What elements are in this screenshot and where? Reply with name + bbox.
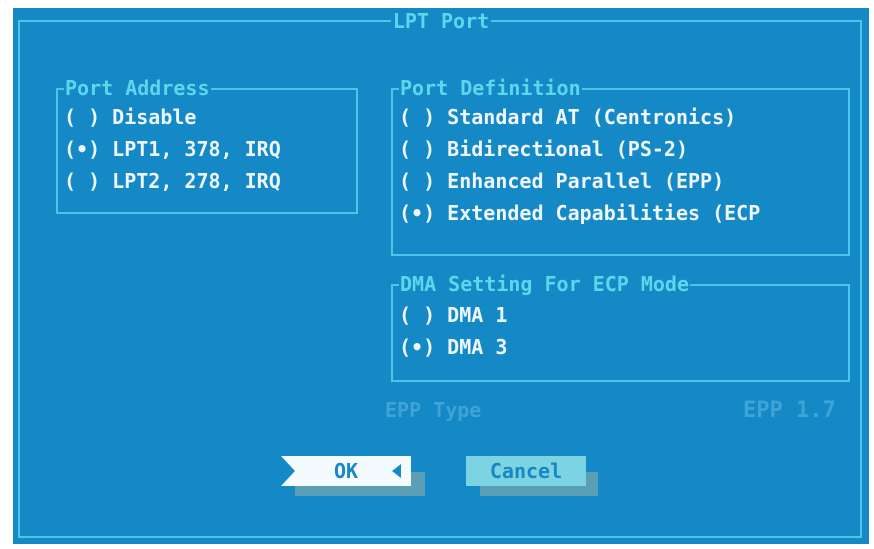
radio-button[interactable]: ( ) <box>64 104 100 130</box>
port-address-option-lpt1[interactable]: (•) LPT1, 378, IRQ <box>64 136 281 162</box>
option-label: DMA 3 <box>447 335 508 359</box>
radio-button[interactable]: (•) <box>64 136 100 162</box>
option-label: Enhanced Parallel (EPP) <box>447 169 725 193</box>
port-definition-option-epp[interactable]: ( ) Enhanced Parallel (EPP) <box>399 168 724 194</box>
port-definition-option-bidirectional[interactable]: ( ) Bidirectional (PS-2) <box>399 136 688 162</box>
port-definition-option-ecp[interactable]: (•) Extended Capabilities (ECP <box>399 200 760 226</box>
dma-setting-group: DMA Setting For ECP Mode ( ) DMA 1 (•) D… <box>391 272 850 382</box>
ok-button-label: OK <box>333 459 359 483</box>
screen: LPT Port Port Address ( ) Disable (•) LP… <box>0 0 874 549</box>
option-label: LPT2, 278, IRQ <box>112 169 281 193</box>
port-definition-option-standard[interactable]: ( ) Standard AT (Centronics) <box>399 104 736 130</box>
dma-option-1[interactable]: ( ) DMA 1 <box>399 302 507 328</box>
radio-button[interactable]: ( ) <box>399 104 435 130</box>
ok-button[interactable]: OK <box>281 456 411 486</box>
port-address-option-lpt2[interactable]: ( ) LPT2, 278, IRQ <box>64 168 281 194</box>
ok-right-arrow-icon <box>392 464 401 478</box>
port-definition-group: Port Definition ( ) Standard AT (Centron… <box>391 76 850 256</box>
cancel-button[interactable]: Cancel <box>466 456 586 486</box>
lpt-port-dialog: LPT Port Port Address ( ) Disable (•) LP… <box>13 8 869 544</box>
port-address-group: Port Address ( ) Disable (•) LPT1, 378, … <box>56 76 358 214</box>
radio-button[interactable]: ( ) <box>399 168 435 194</box>
ok-left-arrow-icon <box>281 456 295 486</box>
option-label: Extended Capabilities (ECP <box>447 201 761 225</box>
radio-button[interactable]: ( ) <box>64 168 100 194</box>
radio-button[interactable]: (•) <box>399 334 435 360</box>
port-definition-title: Port Definition <box>399 76 582 100</box>
option-label: DMA 1 <box>447 303 508 327</box>
option-label: Disable <box>112 105 197 129</box>
epp-type-value: EPP 1.7 <box>743 398 836 423</box>
port-address-option-disable[interactable]: ( ) Disable <box>64 104 196 130</box>
radio-button[interactable]: ( ) <box>399 302 435 328</box>
cancel-button-label: Cancel <box>489 459 563 483</box>
dialog-title: LPT Port <box>13 9 869 33</box>
option-label: Bidirectional (PS-2) <box>447 137 688 161</box>
port-address-title: Port Address <box>64 76 211 100</box>
dma-setting-title: DMA Setting For ECP Mode <box>399 272 690 296</box>
dialog-title-text: LPT Port <box>390 9 492 33</box>
epp-type-label: EPP Type <box>385 398 482 422</box>
radio-button[interactable]: (•) <box>399 200 435 226</box>
option-label: Standard AT (Centronics) <box>447 105 737 129</box>
dma-option-3[interactable]: (•) DMA 3 <box>399 334 507 360</box>
radio-button[interactable]: ( ) <box>399 136 435 162</box>
option-label: LPT1, 378, IRQ <box>112 137 281 161</box>
